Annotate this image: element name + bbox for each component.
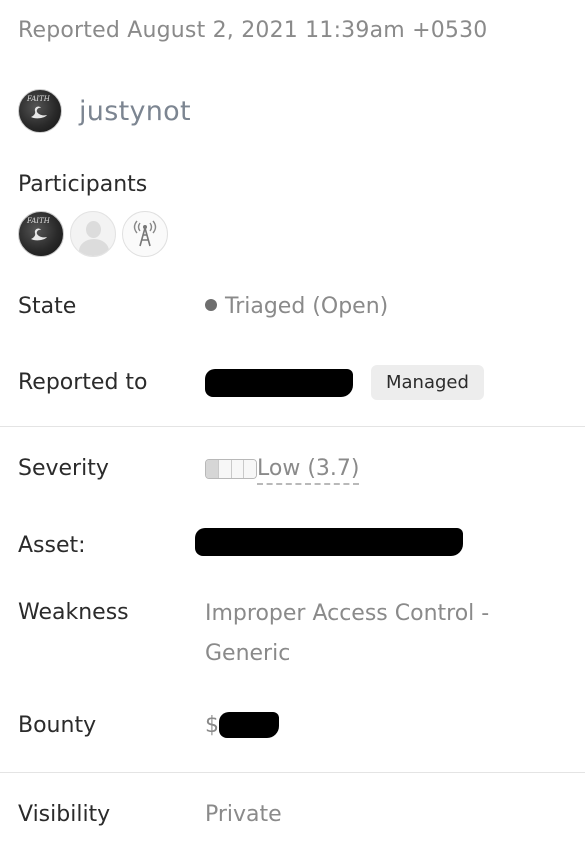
bounty-currency: $ xyxy=(205,712,219,738)
visibility-label: Visibility xyxy=(18,802,111,827)
swan-icon xyxy=(31,228,47,241)
participant-avatar-tower[interactable] xyxy=(122,211,168,257)
weakness-label: Weakness xyxy=(18,600,129,625)
avatar-logo-text: FAITH xyxy=(27,95,50,103)
state-dot-icon xyxy=(205,299,217,311)
state-text: Triaged (Open) xyxy=(225,294,389,319)
bounty-value: $ xyxy=(205,712,279,738)
asset-row: Asset: xyxy=(18,528,568,562)
weakness-row: Weakness Improper Access Control - Gener… xyxy=(18,600,568,674)
divider xyxy=(0,426,585,427)
severity-value[interactable]: Low (3.7) xyxy=(205,456,360,485)
weakness-value[interactable]: Improper Access Control - Generic xyxy=(205,594,535,674)
severity-row: Severity Low (3.7) xyxy=(18,456,568,485)
participants-list: FAITH xyxy=(18,211,168,257)
bounty-row: Bounty $ xyxy=(18,712,568,738)
bounty-label: Bounty xyxy=(18,712,97,738)
reported-date: Reported August 2, 2021 11:39am +0530 xyxy=(18,18,488,43)
severity-meter-icon xyxy=(205,459,257,479)
severity-label: Severity xyxy=(18,456,109,481)
reported-to-value: Managed xyxy=(205,365,484,400)
state-row: State Triaged (Open) xyxy=(18,294,568,319)
asset-value[interactable] xyxy=(195,528,463,562)
participant-avatar-reporter[interactable]: FAITH xyxy=(18,211,64,257)
reporter-username[interactable]: justynot xyxy=(79,96,191,127)
visibility-value: Private xyxy=(205,802,282,827)
participant-avatar-default[interactable] xyxy=(70,211,116,257)
swan-icon xyxy=(31,106,47,119)
participants-label: Participants xyxy=(18,172,148,197)
radio-tower-icon xyxy=(133,220,157,247)
severity-text[interactable]: Low (3.7) xyxy=(257,456,360,485)
reporter[interactable]: FAITH justynot xyxy=(18,88,191,134)
reported-to-label: Reported to xyxy=(18,370,148,395)
redacted-bounty-amount xyxy=(219,712,279,738)
asset-label: Asset: xyxy=(18,532,86,558)
visibility-row: Visibility Private xyxy=(18,802,568,827)
user-silhouette-icon xyxy=(86,221,101,238)
reporter-avatar[interactable]: FAITH xyxy=(18,89,62,133)
managed-badge: Managed xyxy=(371,365,484,400)
state-value: Triaged (Open) xyxy=(205,294,388,319)
state-label: State xyxy=(18,294,77,319)
redacted-program-name xyxy=(205,368,353,397)
reported-to-row: Reported to Managed xyxy=(18,365,568,400)
divider xyxy=(0,772,585,773)
redacted-asset xyxy=(195,528,463,556)
avatar-logo-text: FAITH xyxy=(27,217,50,225)
